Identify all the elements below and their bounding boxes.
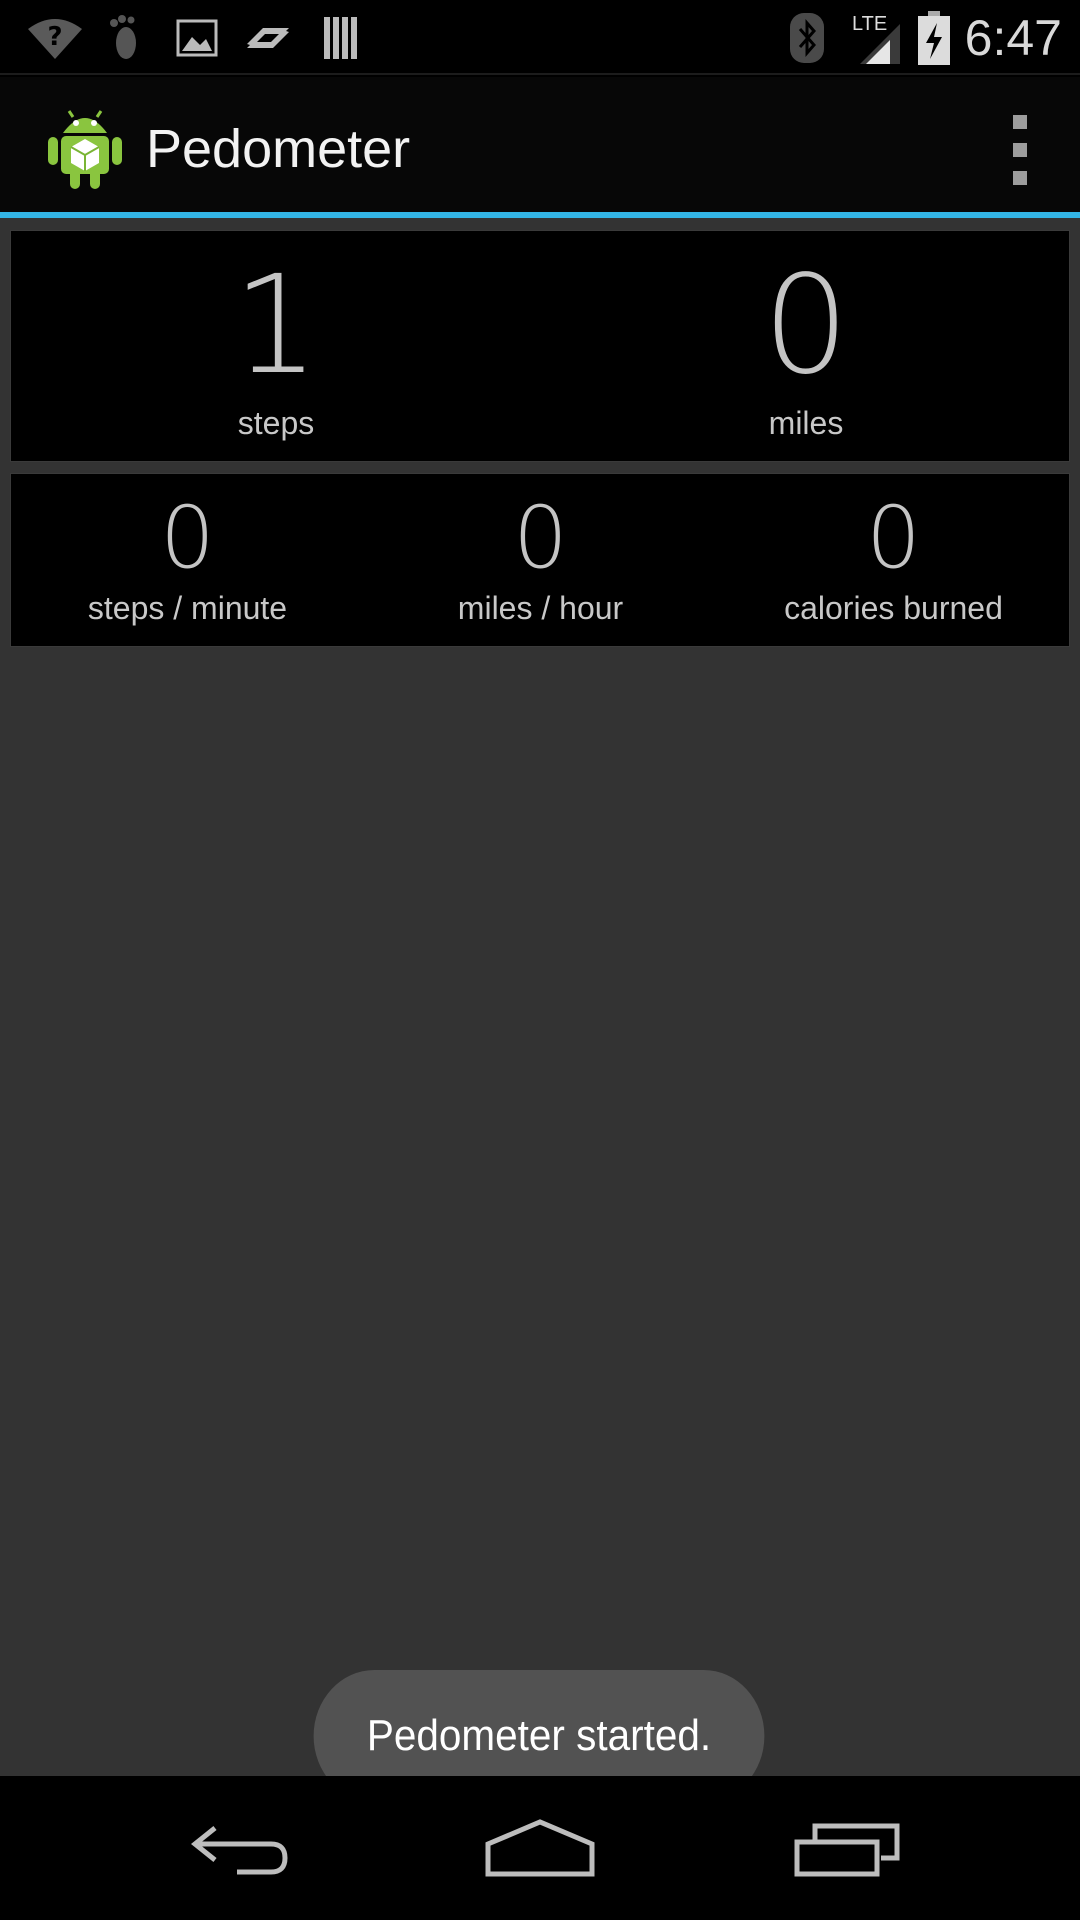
speed-label: miles / hour <box>457 590 624 626</box>
pace-value: 0 <box>160 488 215 588</box>
network-type-label: LTE <box>852 13 887 35</box>
android-app-icon[interactable] <box>45 103 125 191</box>
footprint-icon <box>106 10 142 66</box>
secondary-stats-panel: 0 steps / minute 0 miles / hour 0 calori… <box>10 473 1070 647</box>
recent-apps-icon[interactable] <box>788 1818 908 1878</box>
battery-charging-icon <box>918 10 950 66</box>
calories-label: calories burned <box>784 590 1003 626</box>
action-bar: Pedometer <box>0 77 1080 212</box>
sync-arrows-icon <box>243 10 293 66</box>
app-title: Pedometer <box>146 119 411 179</box>
pace-label: steps / minute <box>87 590 288 626</box>
overflow-menu-icon[interactable] <box>1000 115 1040 185</box>
pace-stat: 0 steps / minute <box>11 474 364 628</box>
calories-stat: 0 calories burned <box>717 474 1070 628</box>
svg-text:?: ? <box>47 22 62 52</box>
navigation-bar <box>0 1776 1080 1920</box>
speed-stat: 0 miles / hour <box>364 474 717 628</box>
status-time: 6:47 <box>964 10 1062 66</box>
main-content: 1 steps 0 miles 0 steps / minute 0 miles… <box>0 218 1080 1802</box>
barcode-icon <box>322 10 362 66</box>
steps-value: 1 <box>232 247 320 405</box>
steps-stat: 1 steps <box>11 231 541 443</box>
wifi-question-icon: ? <box>26 10 84 66</box>
status-bar: ? LTE 6:47 <box>0 0 1080 75</box>
primary-stats-panel: 1 steps 0 miles <box>10 230 1070 462</box>
steps-label: steps <box>237 405 315 441</box>
bluetooth-icon <box>790 10 824 66</box>
lte-signal-icon: LTE <box>850 10 902 66</box>
miles-label: miles <box>768 405 844 441</box>
gallery-icon <box>176 10 218 66</box>
calories-value: 0 <box>866 488 921 588</box>
home-icon[interactable] <box>480 1818 600 1878</box>
back-icon[interactable] <box>180 1818 300 1878</box>
speed-value: 0 <box>513 488 568 588</box>
miles-value: 0 <box>762 247 850 405</box>
miles-stat: 0 miles <box>541 231 1071 443</box>
